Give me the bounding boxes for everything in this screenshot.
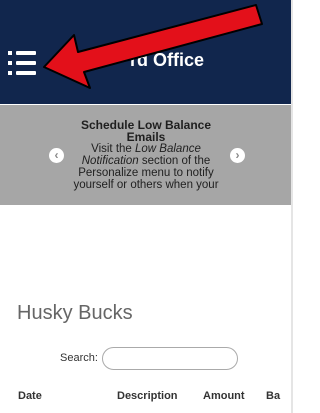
- banner-body: Visit the Low Balance Notification secti…: [62, 143, 230, 191]
- chevron-right-icon[interactable]: ›: [230, 148, 245, 163]
- search-label: Search:: [60, 352, 98, 364]
- banner-body-em: Low Balance: [135, 143, 201, 155]
- column-header-amount[interactable]: Amount: [203, 390, 245, 402]
- banner-body-part: Visit the: [91, 143, 136, 155]
- column-header-description[interactable]: Description: [117, 390, 178, 402]
- announcement-banner: ‹ Schedule Low Balance Emails Visit the …: [0, 105, 293, 205]
- section-title: Husky Bucks: [17, 302, 133, 324]
- app-header: rd Office: [0, 0, 293, 104]
- banner-body-em: Notification: [81, 155, 139, 167]
- column-header-date[interactable]: Date: [18, 390, 42, 402]
- banner-text: Schedule Low Balance Emails Visit the Lo…: [62, 119, 230, 191]
- annotation-arrow: [43, 4, 263, 89]
- scroll-edge: [291, 0, 293, 413]
- search-input[interactable]: [102, 347, 238, 370]
- banner-heading-line2: Emails: [126, 130, 166, 144]
- column-header-balance[interactable]: Ba: [266, 390, 280, 402]
